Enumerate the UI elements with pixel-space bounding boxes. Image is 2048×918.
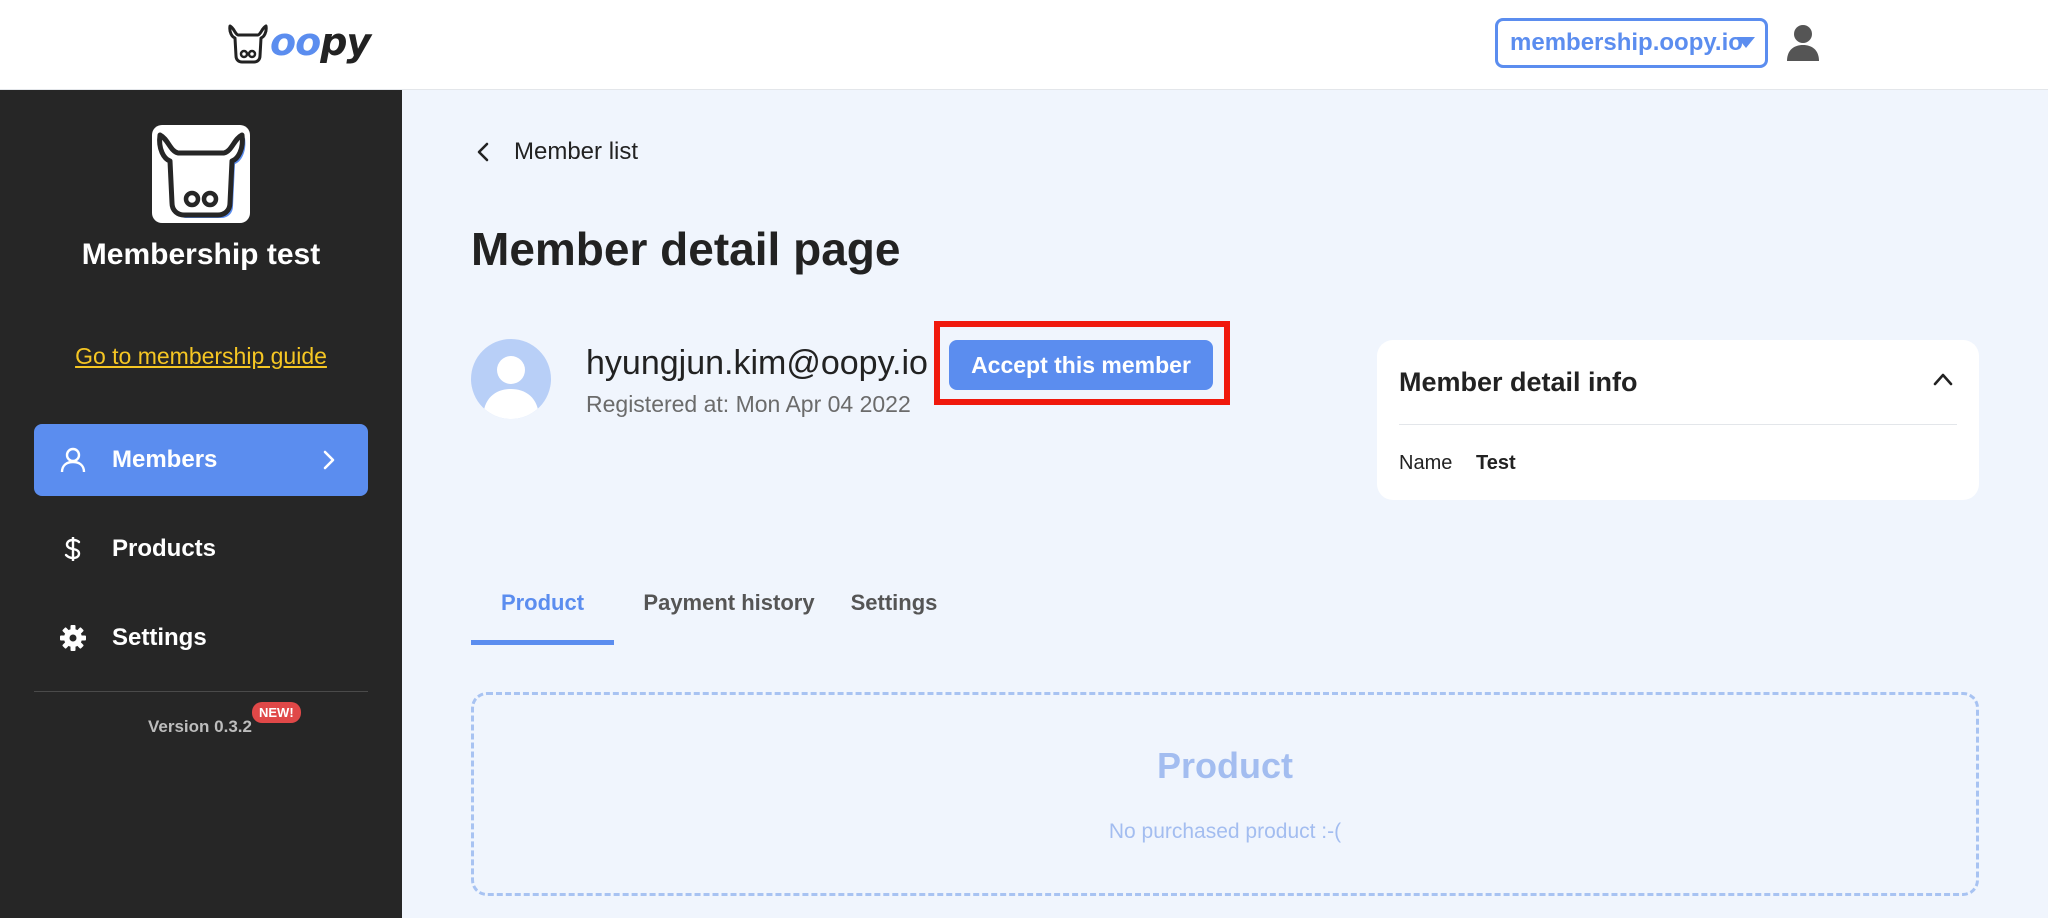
accept-member-button[interactable]: Accept this member [949, 340, 1213, 390]
tab-product[interactable]: Product [471, 590, 614, 645]
gear-icon [60, 625, 86, 651]
caret-down-icon [1737, 37, 1755, 48]
new-badge: NEW! [252, 702, 301, 723]
sidebar-divider [34, 691, 368, 692]
sidebar-item-label: Products [112, 535, 217, 562]
dollar-icon [64, 537, 81, 561]
tab-settings[interactable]: Settings [844, 590, 944, 645]
sidebar-item-products[interactable]: Products [34, 513, 368, 585]
info-field-value: Test [1476, 452, 1516, 474]
account-icon[interactable] [1786, 24, 1820, 62]
sidebar-item-members[interactable]: Members [34, 424, 368, 496]
sidebar-item-settings[interactable]: Settings [34, 602, 368, 674]
logo-wordmark: oopy [270, 20, 371, 64]
member-email: hyungjun.kim@oopy.io [586, 344, 928, 382]
back-link-label: Member list [514, 138, 639, 165]
page-title: Member detail page [471, 223, 901, 275]
product-panel: Product No purchased product :-( [471, 692, 1979, 896]
cow-icon [157, 132, 246, 218]
domain-select-value: membership.oopy.io [1510, 29, 1743, 56]
chevron-left-icon [477, 142, 489, 162]
sidebar-item-label: Settings [112, 624, 207, 651]
sidebar: Membership test Go to membership guide M… [0, 90, 402, 918]
info-field-key: Name [1399, 452, 1453, 474]
chevron-up-icon[interactable] [1933, 372, 1953, 386]
site-name: Membership test [81, 238, 321, 271]
oopy-logo[interactable]: oopy [226, 20, 371, 64]
tab-payment-history[interactable]: Payment history [634, 590, 824, 645]
chevron-right-icon [323, 450, 335, 470]
avatar [471, 339, 551, 419]
member-detail-info-card: Member detail info Name Test [1377, 340, 1979, 500]
cow-logo-icon [228, 24, 268, 64]
sidebar-item-label: Members [112, 446, 218, 473]
panel-title: Product [1156, 745, 1293, 786]
info-card-divider [1399, 424, 1957, 425]
domain-select[interactable]: membership.oopy.io [1495, 18, 1768, 68]
membership-guide-link[interactable]: Go to membership guide [0, 343, 402, 370]
site-logo [152, 125, 250, 223]
registered-date: Registered at: Mon Apr 04 2022 [586, 391, 911, 417]
version-label: Version 0.3.2 [148, 717, 252, 736]
back-to-member-list-link[interactable]: Member list [470, 138, 638, 166]
info-card-title: Member detail info [1399, 367, 1638, 397]
top-header: oopy membership.oopy.io [0, 0, 2048, 90]
user-icon [60, 447, 86, 473]
default-avatar-icon [483, 356, 539, 419]
panel-empty-message: No purchased product :-( [1108, 820, 1342, 843]
detail-tabs: Product Payment history Settings [471, 590, 1979, 645]
